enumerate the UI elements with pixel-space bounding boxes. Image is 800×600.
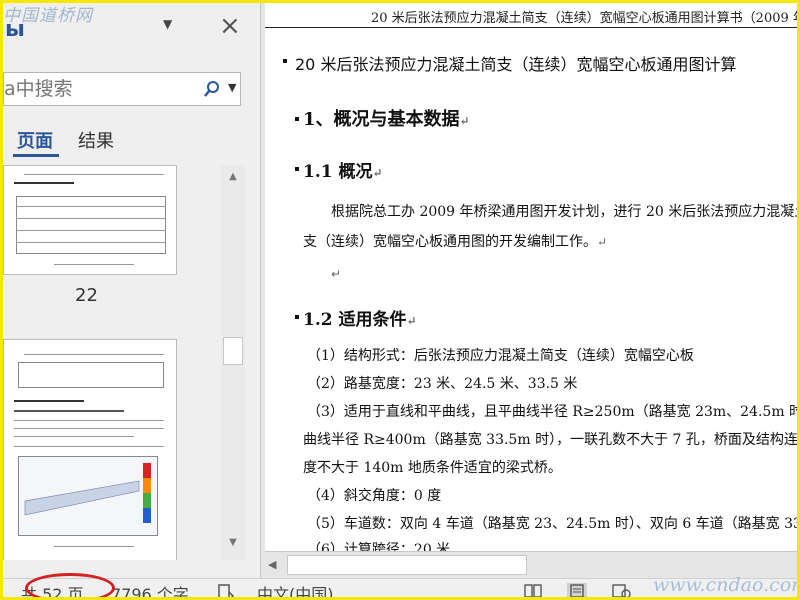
page-thumbnails: 22: [3, 165, 221, 560]
thumbnail-table-rule: [16, 230, 166, 231]
search-input[interactable]: [4, 73, 194, 105]
search-icon[interactable]: [204, 80, 220, 98]
list-item: （1）结构形式：后张法预应力混凝土简支（连续）宽幅空心板: [307, 348, 694, 364]
thumbnail-heading-line: [14, 400, 84, 402]
empty-paragraph-mark: ↵: [331, 267, 342, 281]
language-indicator[interactable]: 中文(中国): [257, 581, 334, 597]
thumbnail-text-line: [14, 436, 134, 437]
active-tab-indicator: [13, 154, 59, 157]
heading-section-1: 1、概况与基本数据↵: [303, 109, 470, 130]
list-item: （2）路基宽度：23 米、24.5 米、33.5 米: [307, 376, 578, 392]
scrollbar-thumb[interactable]: [287, 555, 527, 575]
paragraph-bullet: [295, 117, 299, 121]
heading-section-1-2: 1.2 适用条件↵: [303, 310, 417, 330]
thumbnail-figure: [18, 456, 158, 536]
thumbnail-table-rule: [16, 206, 166, 207]
paragraph-bullet: [283, 59, 287, 63]
scrollbar-thumb[interactable]: [223, 337, 243, 365]
navigation-pane: 中国道桥网 ы ▼ × ▼ 页面 结果: [3, 3, 261, 578]
tab-results[interactable]: 结果: [78, 127, 114, 153]
web-layout-icon[interactable]: [611, 583, 631, 599]
tab-pages[interactable]: 页面: [17, 127, 53, 153]
list-item: （6）计算跨径：20 米: [307, 542, 451, 551]
list-item: （5）车道数：双向 4 车道（路基宽 23、24.5m 时）、双向 6 车道（路…: [307, 516, 800, 532]
thumbnail-heading-line: [14, 410, 124, 412]
header-rule: [265, 27, 797, 28]
thumbnail-text-line: [24, 174, 164, 175]
search-box[interactable]: ▼: [3, 72, 241, 106]
list-item-continuation: 曲线半径 R≥400m（路基宽 33.5m 时），一联孔数不大于 7 孔，桥面及…: [303, 432, 800, 448]
read-mode-icon[interactable]: [523, 583, 543, 599]
app-window: 中国道桥网 ы ▼ × ▼ 页面 结果: [0, 0, 800, 600]
thumbnail-scrollbar[interactable]: ▲ ▼: [221, 165, 245, 560]
paragraph-line: 支（连续）宽幅空心板通用图的开发编制工作。↵: [303, 234, 608, 250]
chevron-down-icon[interactable]: ▼: [163, 17, 179, 33]
thumbnail-caption-line: [54, 546, 134, 547]
thumbnail-table: [16, 196, 166, 254]
list-item-continuation: 度不大于 140m 地质条件适宜的梁式桥。: [303, 460, 562, 476]
list-item: （3）适用于直线和平曲线，且平曲线半径 R≥250m（路基宽 23m、24.5m…: [307, 404, 800, 420]
list-item: （4）斜交角度：0 度: [307, 488, 442, 504]
close-icon[interactable]: ×: [219, 13, 241, 39]
scroll-up-arrow-icon[interactable]: ▲: [225, 171, 241, 187]
paragraph-bullet: [295, 315, 299, 319]
thumbnail-text-line: [14, 446, 164, 447]
page-thumbnail[interactable]: [3, 339, 177, 560]
paragraph-bullet: [295, 167, 299, 171]
thumbnail-text-line: [14, 420, 164, 421]
thumbnail-table-rule: [16, 242, 166, 243]
paragraph-line: 根据院总工办 2009 年桥梁通用图开发计划，进行 20 米后张法预应力混凝土: [331, 204, 800, 220]
search-options-chevron-icon[interactable]: ▼: [228, 81, 236, 94]
thumbnail-table-rule: [16, 218, 166, 219]
scroll-down-arrow-icon[interactable]: ▼: [225, 537, 241, 553]
thumbnail-text-line: [14, 428, 164, 429]
annotation-ellipse: [25, 573, 115, 597]
page-thumbnail[interactable]: [3, 165, 177, 275]
thumbnail-table: [18, 362, 164, 388]
running-header: 20 米后张法预应力混凝土简支（连续）宽幅空心板通用图计算书（2009 年）: [371, 11, 800, 26]
watermark-bottom-right: www.cndao.com: [653, 574, 800, 596]
thumbnail-footer-line: [54, 264, 134, 265]
thumbnail-page-number: 22: [75, 285, 98, 306]
heading-section-1-1: 1.1 概况↵: [303, 162, 383, 182]
scroll-left-arrow-icon[interactable]: ◀: [268, 558, 276, 571]
document-title-line: 20 米后张法预应力混凝土简支（连续）宽幅空心板通用图计算: [295, 55, 737, 74]
thumbnail-figure-graphic: [24, 463, 151, 523]
navigation-pane-title: ы: [5, 17, 25, 42]
thumbnail-text-line: [24, 354, 164, 355]
print-layout-icon[interactable]: [567, 583, 587, 599]
proofing-icon[interactable]: [217, 583, 237, 600]
document-page[interactable]: 20 米后张法预应力混凝土简支（连续）宽幅空心板通用图计算书（2009 年） 2…: [265, 3, 800, 551]
thumbnail-heading-line: [14, 182, 74, 184]
word-count[interactable]: 7796 个字: [111, 581, 189, 597]
